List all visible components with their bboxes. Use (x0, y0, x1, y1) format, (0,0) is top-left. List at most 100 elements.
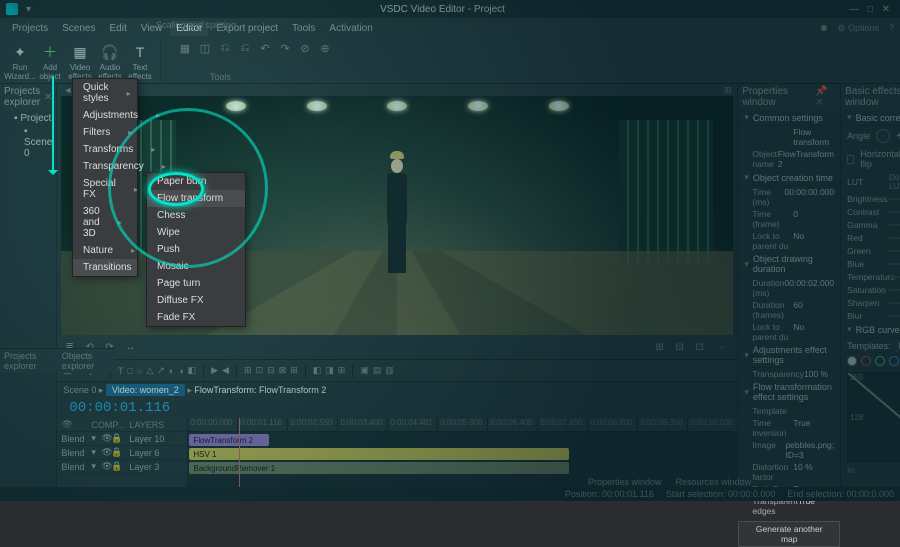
tb-icon-7[interactable]: ⊘ (297, 40, 313, 56)
bt-icon[interactable]: ○ (137, 366, 142, 376)
mi-adjustments[interactable]: Adjustments▸ (73, 107, 137, 124)
temp-slider[interactable] (889, 276, 900, 278)
prop-lock1[interactable]: No (793, 231, 834, 251)
tree-scene0[interactable]: ▪ Scene 0 (4, 125, 52, 160)
track-row[interactable]: Blend▾👁🔒Layer 10 (57, 432, 187, 446)
prop-inv[interactable]: True (793, 418, 834, 438)
prop-dur[interactable]: 00:00:02.000 (785, 278, 835, 298)
rgb-curves-graph[interactable]: 255 128 (847, 372, 900, 462)
curve-g[interactable] (875, 356, 885, 366)
curve-r[interactable] (861, 356, 871, 366)
contrast-slider[interactable] (889, 211, 900, 213)
menu-edit[interactable]: Edit (103, 21, 132, 36)
bt-icon[interactable]: ▥ (385, 365, 394, 376)
generate-map-button[interactable]: Generate another map (738, 521, 840, 547)
menu-activation[interactable]: Activation (323, 21, 378, 36)
bt-icon[interactable]: ▣ (360, 365, 369, 376)
audio-effects-button[interactable]: 🎧Audio effects (96, 43, 124, 81)
track-row[interactable]: Blend▾👁🔒Layer 6 (57, 446, 187, 460)
sec-oct[interactable]: Object creation time (753, 173, 833, 183)
panel-pin-icon[interactable]: 📌 ✕ (815, 86, 836, 108)
tb-icon-1[interactable]: ▦ (177, 40, 193, 56)
bt-icon[interactable]: □ (127, 366, 132, 376)
brightness-slider[interactable] (889, 198, 900, 200)
menu-scenes[interactable]: Scenes (56, 21, 101, 36)
sub-push[interactable]: Push (147, 241, 245, 258)
prop-img[interactable]: pebbles.png; ID=3 (785, 440, 834, 460)
curve-w[interactable] (847, 356, 857, 366)
mi-transitions[interactable]: Transitions▸ (73, 259, 137, 276)
mi-nature[interactable]: Nature▸ (73, 242, 137, 259)
lut-select[interactable]: Don't use LUT (889, 173, 900, 191)
clip-flowtransform[interactable]: FlowTransform 2 (189, 434, 269, 446)
maximize-button[interactable]: □ (862, 4, 878, 15)
text-effects-button[interactable]: TText effects (126, 43, 154, 81)
prop-tpl[interactable] (793, 406, 834, 416)
tb-icon-5[interactable]: ↶ (257, 40, 273, 56)
red-slider[interactable] (889, 237, 900, 239)
bt-icon[interactable]: ⊞ (244, 365, 252, 376)
sec-common[interactable]: Common settings (753, 113, 823, 123)
prop-transp[interactable]: 100 % (804, 369, 834, 379)
sec-basic[interactable]: Basic correction (856, 113, 900, 123)
bt-icon[interactable]: ▤ (373, 365, 382, 376)
close-button[interactable]: ✕ (878, 4, 894, 15)
prop-frame[interactable]: 0 (793, 209, 834, 229)
mi-filters[interactable]: Filters▸ (73, 124, 137, 141)
prop-objectname[interactable]: FlowTransform 2 (778, 149, 834, 169)
ribbon-tab-scaling[interactable]: Scaling and splitting (148, 18, 244, 32)
sec-adj[interactable]: Adjustments effect settings (753, 345, 834, 365)
bt-icon[interactable]: ◧ (188, 365, 197, 376)
help-button[interactable]: ? (889, 23, 894, 33)
bt-icon[interactable]: ◧ (313, 365, 322, 376)
bt-icon[interactable]: ↗ (157, 365, 165, 376)
playhead[interactable] (239, 418, 240, 489)
timeline-ruler[interactable]: 0:00:00.0000:00:01.1160:00:02.5500:00:03… (187, 418, 737, 432)
pc-4[interactable]: ↔ (125, 342, 139, 353)
bt-icon[interactable]: ⊞ (338, 365, 346, 376)
sub-paperburn[interactable]: Paper burn (147, 173, 245, 190)
clip-bgremover[interactable]: BackgroundRemover 1 (189, 462, 569, 474)
bt-icon[interactable]: ◐ (169, 366, 174, 376)
tb-icon-6[interactable]: ↷ (277, 40, 293, 56)
prop-dist[interactable]: 10 % (793, 462, 834, 482)
video-effects-button[interactable]: ▦Video effects (66, 43, 94, 81)
bt-icon[interactable]: ⊠ (279, 365, 287, 376)
tb-icon-8[interactable]: ⊕ (317, 40, 333, 56)
gamma-slider[interactable] (889, 224, 900, 226)
run-wizard-button[interactable]: ✦Run Wizard... (6, 43, 34, 81)
sec-odd[interactable]: Object drawing duration (753, 254, 834, 274)
mi-transforms[interactable]: Transforms▸ (73, 141, 137, 158)
add-object-button[interactable]: ＋Add object (36, 43, 64, 81)
pv-grid-icon[interactable]: ⊞ (724, 85, 732, 96)
menu-tools[interactable]: Tools (286, 21, 321, 36)
recent-icon[interactable]: ▾ (26, 4, 31, 15)
hflip-checkbox[interactable] (847, 155, 854, 164)
options-button[interactable]: ⚙ Options (837, 23, 879, 34)
sub-fadefx[interactable]: Fade FX (147, 309, 245, 326)
bt-icon[interactable]: △ (146, 365, 153, 376)
pc-6[interactable]: ⊟ (675, 342, 689, 353)
sharpen-slider[interactable] (889, 302, 900, 304)
clip-hsv[interactable]: HSV 1 (189, 448, 569, 460)
bt-icon[interactable]: ◨ (325, 365, 334, 376)
prop-durf[interactable]: 60 (793, 300, 834, 320)
sub-wipe[interactable]: Wipe (147, 224, 245, 241)
bt-icon[interactable]: ⊞ (290, 365, 298, 376)
bt-icon[interactable]: ⊡ (256, 365, 264, 376)
angle-dial[interactable] (876, 129, 890, 143)
sat-slider[interactable] (889, 289, 900, 291)
mi-quickstyles[interactable]: Quick styles▸ (73, 79, 137, 107)
tb-icon-4[interactable]: ⎌ (237, 40, 253, 56)
sub-chess[interactable]: Chess (147, 207, 245, 224)
bt-icon[interactable]: ⊟ (267, 365, 275, 376)
blue-slider[interactable] (889, 263, 900, 265)
sub-pageturn[interactable]: Page turn (147, 275, 245, 292)
sec-flow[interactable]: Flow transformation effect settings (753, 382, 834, 402)
tab-projects-explorer[interactable]: Projects explorer (0, 349, 58, 373)
sub-diffusefx[interactable]: Diffuse FX (147, 292, 245, 309)
tb-icon-2[interactable]: ◫ (197, 40, 213, 56)
pv-prev-icon[interactable]: ◄ (63, 85, 72, 95)
tree-project[interactable]: ▪ Project (4, 112, 52, 125)
menu-projects[interactable]: Projects (6, 21, 54, 36)
